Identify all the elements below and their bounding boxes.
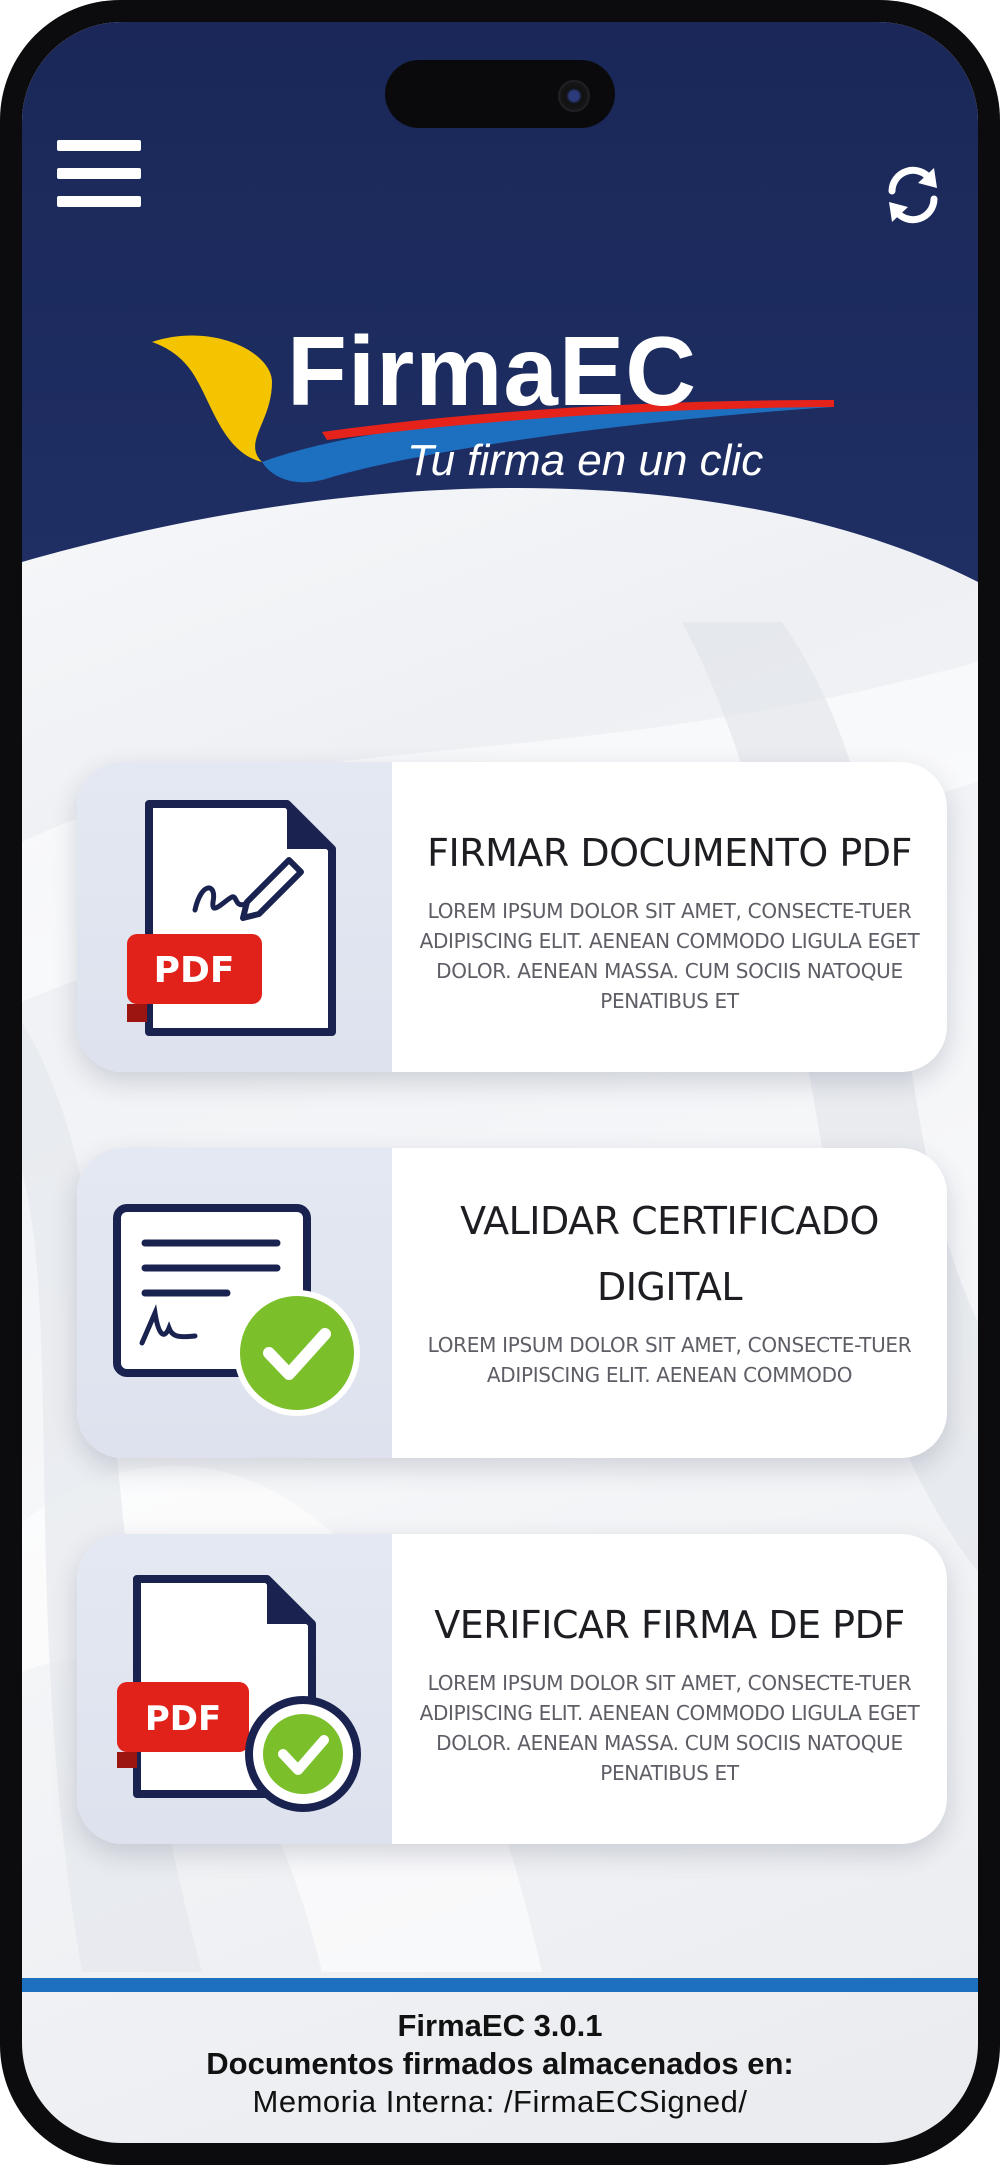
phone-frame: FirmaEC Tu firma en un clic PDF FIRMAR D… xyxy=(0,0,1000,2165)
card-text: VERIFICAR FIRMA DE PDF LOREM IPSUM DOLOR… xyxy=(407,1534,932,1844)
hamburger-menu-icon[interactable] xyxy=(57,140,143,208)
card-icon-panel xyxy=(77,1148,392,1458)
pdf-badge-label: PDF xyxy=(145,1699,221,1739)
logo-tagline: Tu firma en un clic xyxy=(407,436,764,485)
card-sign-pdf[interactable]: PDF FIRMAR DOCUMENTO PDF LOREM IPSUM DOL… xyxy=(77,762,947,1072)
firmaec-logo: FirmaEC Tu firma en un clic xyxy=(152,312,842,512)
refresh-icon[interactable] xyxy=(882,164,944,226)
app-version: FirmaEC 3.0.1 xyxy=(397,2008,603,2043)
card-text: FIRMAR DOCUMENTO PDF LOREM IPSUM DOLOR S… xyxy=(407,762,932,1072)
verify-pdf-signature-icon: PDF xyxy=(117,1575,361,1812)
card-title: FIRMAR DOCUMENTO PDF xyxy=(427,831,912,875)
pdf-badge-label: PDF xyxy=(154,950,235,991)
card-title: VERIFICAR FIRMA DE PDF xyxy=(434,1603,905,1647)
storage-label: Documentos firmados almacenados en: xyxy=(206,2046,794,2081)
card-description: LOREM IPSUM DOLOR SIT AMET, CONSECTE-TUE… xyxy=(419,899,920,1013)
card-text: VALIDAR CERTIFICADO DIGITAL LOREM IPSUM … xyxy=(407,1148,932,1458)
sign-pdf-icon: PDF xyxy=(127,800,336,1036)
front-camera xyxy=(558,80,590,112)
card-validate-certificate[interactable]: VALIDAR CERTIFICADO DIGITAL LOREM IPSUM … xyxy=(77,1148,947,1458)
footer: FirmaEC 3.0.1 Documentos firmados almace… xyxy=(22,2007,978,2121)
card-icon-panel: PDF xyxy=(77,762,392,1072)
card-title: VALIDAR CERTIFICADO DIGITAL xyxy=(460,1199,879,1309)
card-verify-pdf-signature[interactable]: PDF VERIFICAR FIRMA DE PDF LOREM IPSUM D… xyxy=(77,1534,947,1844)
card-description: LOREM IPSUM DOLOR SIT AMET, CONSECTE-TUE… xyxy=(427,1333,912,1387)
validate-certificate-icon xyxy=(113,1204,360,1416)
card-description: LOREM IPSUM DOLOR SIT AMET, CONSECTE-TUE… xyxy=(419,1671,920,1785)
footer-divider xyxy=(22,1978,978,1992)
card-icon-panel: PDF xyxy=(77,1534,392,1844)
storage-path: Memoria Interna: /FirmaECSigned/ xyxy=(252,2084,748,2119)
app-screen: FirmaEC Tu firma en un clic PDF FIRMAR D… xyxy=(22,22,978,2143)
logo-brand: FirmaEC xyxy=(287,316,698,426)
